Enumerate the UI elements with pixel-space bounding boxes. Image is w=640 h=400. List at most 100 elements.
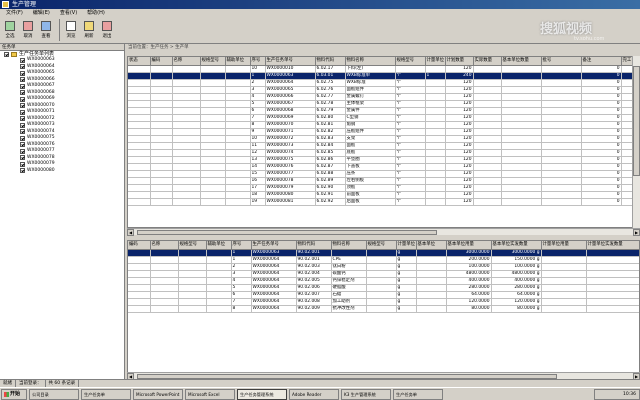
taskbar-window-button[interactable]: 生产任务单 [393,388,443,400]
table-row[interactable]: 5 WX0000067 6.02.78 主体框架个 120 0 [128,100,639,108]
table-row[interactable]: 2 WX0000064 90.02.003 钛白粉 g 100.0000 100.0000 … [128,263,639,271]
column-header[interactable]: 规格型号 [366,241,397,250]
table-row[interactable]: 4 WX0000064 90.02.005 钙锌稳定剂 g 400.0000 400.000… [128,277,639,285]
column-header[interactable]: 编码 [150,57,173,66]
menu-file[interactable]: 文件(F) [4,9,25,17]
column-header[interactable]: 规格型号 [395,57,426,66]
column-header[interactable]: 物料代码 [296,241,332,250]
column-header[interactable]: 规格型号 [178,241,207,250]
refresh-button[interactable]: 刷新 [81,19,97,41]
task-grid-vscroll[interactable] [632,56,640,228]
table-row[interactable]: 1 WX0000063 6.03.01 WXB标准单个 1 240 0 [128,72,639,80]
table-row[interactable]: 10 WX0000072 6.02.83 支架个 120 0 [128,135,639,143]
column-header[interactable]: 规格型号 [200,57,226,66]
checkbox-icon[interactable] [4,51,9,57]
scroll-left-icon[interactable]: ◀ [127,229,134,236]
table-row[interactable]: 9 WX0000071 6.02.82 压板组件个 120 0 [128,128,639,136]
table-row[interactable]: 2 WX0000064 6.02.75 WXB标准个 120 0 [128,79,639,87]
table-row[interactable]: 6 WX0000064 90.02.007 石蜡 g 64.0000 64.0000 g [128,291,639,299]
column-header[interactable]: 基本单位数量 [501,57,542,66]
taskbar-window-button[interactable]: Adobe Reader [289,388,339,400]
checkbox-icon[interactable] [20,155,25,161]
table-row[interactable]: 8 WX0000064 90.02.009 抗冲改性剂 g 80.0000 80.0000 … [128,305,639,313]
menu-edit[interactable]: 编辑(E) [31,9,52,17]
exit-button[interactable]: 退出 [99,19,115,41]
column-header[interactable]: 基本单位实发数量 [491,241,542,250]
checkbox-icon[interactable] [20,161,25,167]
column-header[interactable]: 计量单位 [425,57,446,66]
table-row[interactable]: 1 WX0000063 90.02.001 g 3000.0000 3000.0000 g [128,249,639,257]
column-header[interactable]: 备注 [581,57,622,66]
browse-button[interactable]: 浏览 [63,19,79,41]
table-row[interactable]: 8 WX0000070 6.02.81 角钢个 120 0 [128,121,639,129]
table-row[interactable]: 7 WX0000069 6.02.80 C型钢个 120 0 [128,114,639,122]
column-header[interactable]: 实际数量 [473,57,502,66]
scroll-right-icon[interactable]: ▶ [633,229,640,236]
checkbox-icon[interactable] [20,135,25,141]
scroll-thumb[interactable] [137,230,437,235]
column-header[interactable]: 名称 [172,57,201,66]
checkbox-icon[interactable] [20,142,25,148]
column-header[interactable]: 辅助单位 [206,241,232,250]
checkbox-icon[interactable] [20,116,25,122]
select-all-button[interactable]: 全选 [2,19,18,41]
start-button[interactable]: 开始 [1,388,27,400]
table-row[interactable]: 5 WX0000064 90.02.006 硬脂酸 g 280.0000 280.0000 … [128,284,639,292]
table-row[interactable]: 3 WX0000064 90.02.004 碳酸钙 g 4800.0000 4800.000… [128,270,639,278]
table-row[interactable]: 19 WX0000081 6.02.92 后面板个 120 0 [128,198,639,206]
taskbar-window-button[interactable]: 生产任务管理系统 [237,388,287,400]
checkbox-icon[interactable] [20,168,25,174]
taskbar-window-button[interactable]: 生产任务单 [81,388,131,400]
checkbox-icon[interactable] [20,64,25,70]
material-grid-hscroll[interactable]: ◀ ▶ [127,372,640,380]
taskbar-window-button[interactable]: Microsoft PowerPoint [133,388,183,400]
column-header[interactable]: 计量单位用量 [541,241,587,250]
column-header[interactable]: 名称 [150,241,179,250]
table-row[interactable]: 14 WX0000076 6.02.87 下盖板个 120 0 [128,163,639,171]
checkbox-icon[interactable] [20,90,25,96]
table-row[interactable]: 10 WX0000010 6.02.17 下料(左) 120 0 [128,65,639,73]
column-header[interactable]: 生产任务单号 [265,57,316,66]
taskbar-window-button[interactable]: Microsoft Excel [185,388,235,400]
checkbox-icon[interactable] [20,57,25,63]
table-row[interactable]: 4 WX0000066 6.02.77 金属螺钉个 120 0 [128,93,639,101]
checkbox-icon[interactable] [20,109,25,115]
column-header[interactable]: 物料名称 [345,57,396,66]
table-row[interactable]: 6 WX0000068 6.02.79 金属件个 120 0 [128,107,639,115]
table-row[interactable]: 16 WX0000078 6.02.89 左右侧板个 120 0 [128,177,639,185]
table-row[interactable]: 3 WX0000065 6.02.76 面板组件个 120 0 [128,86,639,94]
task-grid-hscroll[interactable]: ◀ ▶ [127,228,640,236]
vscroll-thumb[interactable] [633,66,640,176]
table-row[interactable]: 13 WX0000075 6.02.86 平垫圈个 120 0 [128,156,639,164]
taskbar-window-button[interactable]: K3 生产管理系统 [341,388,391,400]
column-header[interactable]: 状态 [128,57,151,66]
column-header[interactable]: 编码 [128,241,151,250]
column-header[interactable]: 基本单位用量 [446,241,492,250]
table-row[interactable]: 7 WX0000064 90.02.008 加工助剂 g 120.0000 120.0000… [128,298,639,306]
column-header[interactable]: 辅助单位 [225,57,251,66]
view-button[interactable]: 查看 [38,19,54,41]
table-row[interactable]: 15 WX0000077 6.02.88 压条个 120 0 [128,170,639,178]
table-row[interactable]: 11 WX0000073 6.02.84 面板个 120 0 [128,142,639,150]
column-header[interactable]: 批号 [541,57,582,66]
column-header[interactable]: 序号 [250,57,266,66]
checkbox-icon[interactable] [20,83,25,89]
checkbox-icon[interactable] [20,70,25,76]
column-header[interactable]: 生产任务单号 [251,241,297,250]
column-header[interactable]: 序号 [231,241,252,250]
column-header[interactable]: 物料代码 [315,57,346,66]
checkbox-icon[interactable] [20,103,25,109]
table-row[interactable]: 12 WX0000074 6.02.85 底板个 120 0 [128,149,639,157]
table-row[interactable]: 1 WX0000064 90.02.001 CPE g 200.0000 150.0000 … [128,256,639,264]
column-header[interactable]: 物料名称 [331,241,367,250]
tree-item[interactable]: WX0000080 [0,168,124,175]
table-row[interactable]: 17 WX0000079 6.02.90 顶板个 120 0 [128,184,639,192]
menu-help[interactable]: 帮助(H) [85,9,107,17]
column-header[interactable]: 基本单位 [416,241,447,250]
checkbox-icon[interactable] [20,122,25,128]
checkbox-icon[interactable] [20,129,25,135]
column-header[interactable]: 计量单位 [396,241,417,250]
column-header[interactable]: 计划数量 [445,57,474,66]
checkbox-icon[interactable] [20,148,25,154]
checkbox-icon[interactable] [20,77,25,83]
